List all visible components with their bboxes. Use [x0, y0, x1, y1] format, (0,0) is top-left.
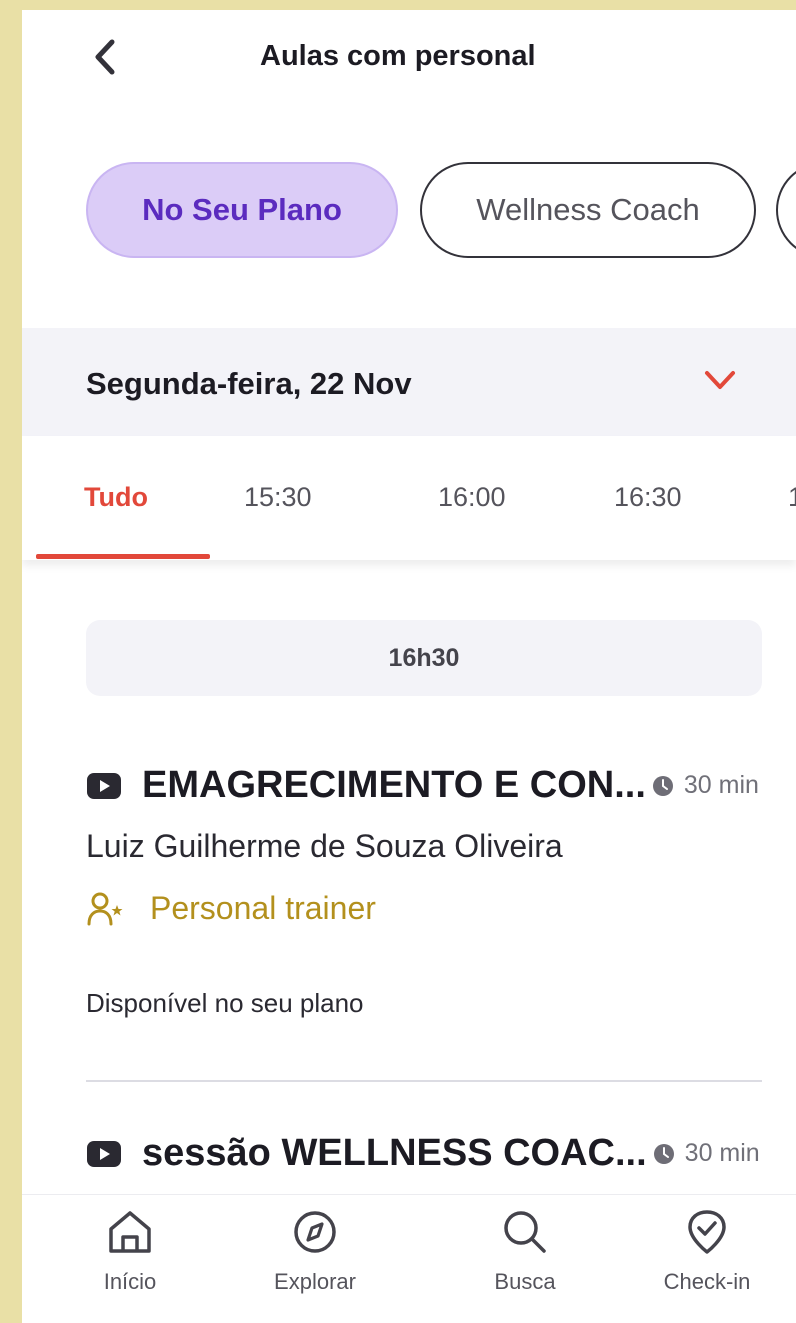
class-name: sessão WELLNESS COAC...: [142, 1132, 647, 1174]
nav-inicio[interactable]: Início: [65, 1209, 195, 1295]
date-selector[interactable]: Segunda-feira, 22 Nov: [22, 328, 796, 436]
nav-explorar[interactable]: Explorar: [250, 1209, 380, 1295]
nav-label: Explorar: [274, 1269, 356, 1294]
home-icon: [109, 1211, 151, 1253]
badge-label: Personal trainer: [150, 890, 376, 926]
class-title-row[interactable]: EMAGRECIMENTO E CON... 30 min: [86, 764, 759, 807]
tab-1600[interactable]: 16:00: [438, 482, 506, 513]
date-label: Segunda-feira, 22 Nov: [86, 366, 412, 401]
nav-label: Check-in: [663, 1269, 751, 1294]
personal-trainer-badge: Personal trainer: [86, 890, 376, 927]
header: Aulas com personal: [22, 10, 796, 110]
nav-busca[interactable]: Busca: [460, 1209, 590, 1295]
video-icon: [87, 1140, 121, 1167]
video-icon: [87, 772, 121, 799]
nav-label: Busca: [494, 1269, 556, 1294]
checkin-icon: [688, 1210, 726, 1254]
time-tabs: Tudo 15:30 16:00 16:30 1: [22, 436, 796, 560]
tab-1630[interactable]: 16:30: [614, 482, 682, 513]
search-icon: [504, 1211, 546, 1253]
tab-tudo[interactable]: Tudo: [84, 482, 148, 513]
nav-checkin[interactable]: Check-in: [642, 1209, 772, 1295]
class-name: EMAGRECIMENTO E CON...: [142, 764, 646, 806]
chevron-left-icon: [95, 39, 115, 75]
compass-icon: [294, 1211, 336, 1253]
tab-next[interactable]: 1: [788, 482, 796, 513]
chip-wellness-coach[interactable]: Wellness Coach: [420, 162, 756, 258]
filter-chips: No Seu Plano Wellness Coach: [22, 162, 796, 258]
bottom-navigation: Início Explorar Busca Check-in: [22, 1194, 796, 1323]
app-screen: Aulas com personal No Seu Plano Wellness…: [22, 10, 796, 1323]
chip-no-seu-plano[interactable]: No Seu Plano: [86, 162, 398, 258]
class-duration: 30 min: [683, 771, 759, 799]
tab-1530[interactable]: 15:30: [244, 482, 312, 513]
clock-icon: [652, 775, 673, 796]
chevron-down-icon: [705, 371, 735, 389]
clock-icon: [653, 1143, 674, 1164]
active-tab-indicator: [36, 554, 210, 559]
chip-more[interactable]: [776, 162, 796, 258]
nav-label: Início: [103, 1269, 157, 1294]
availability-text: Disponível no seu plano: [86, 988, 364, 1018]
divider: [86, 1080, 762, 1082]
person-star-icon: [87, 892, 123, 925]
back-button[interactable]: [80, 32, 130, 82]
class-title-row[interactable]: sessão WELLNESS COAC... 30 min: [86, 1132, 760, 1175]
class-duration: 30 min: [684, 1139, 760, 1167]
trainer-name: Luiz Guilherme de Souza Oliveira: [86, 828, 563, 864]
time-group-header: 16h30: [86, 620, 762, 696]
page-title: Aulas com personal: [260, 40, 536, 72]
